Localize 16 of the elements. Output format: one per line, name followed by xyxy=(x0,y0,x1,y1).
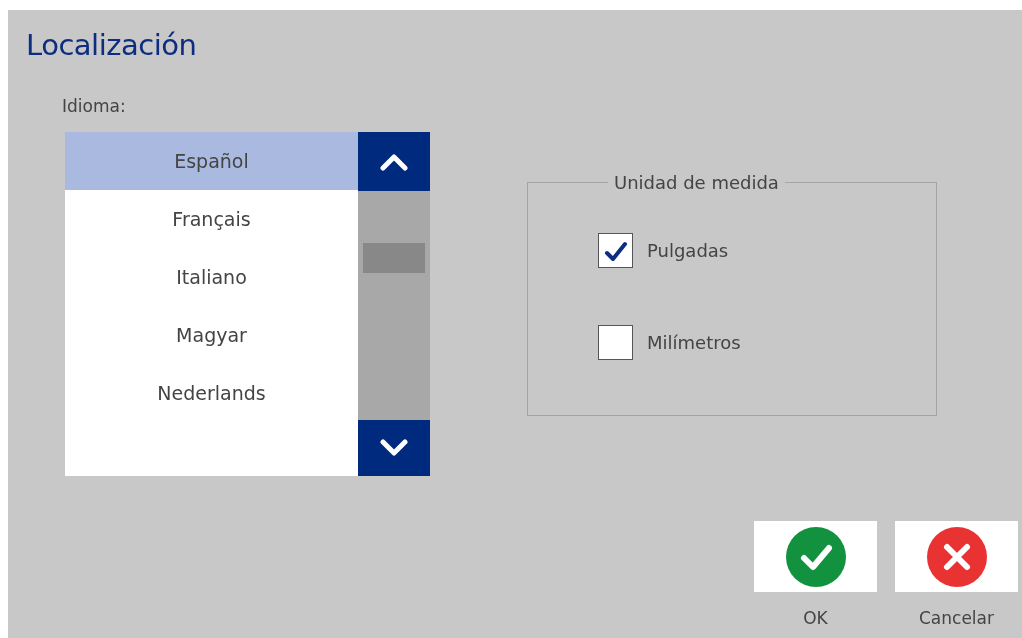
checkbox[interactable] xyxy=(598,325,633,360)
checkbox-label: Pulgadas xyxy=(647,240,729,261)
checkbox[interactable] xyxy=(598,233,633,268)
language-label: Idioma: xyxy=(62,96,126,116)
chevron-up-icon xyxy=(380,152,408,171)
checkbox-label: Milímetros xyxy=(647,332,741,353)
scroll-up-button[interactable] xyxy=(358,132,430,191)
chevron-down-icon xyxy=(380,439,408,457)
dialog-title: Localización xyxy=(26,28,198,62)
check-icon xyxy=(603,239,628,262)
check-circle-icon xyxy=(785,526,846,587)
close-circle-icon xyxy=(926,526,987,587)
group-legend: Unidad de medida xyxy=(608,172,785,193)
scroll-thumb[interactable] xyxy=(363,243,425,273)
language-item[interactable]: Español xyxy=(65,132,358,190)
scroll-down-button[interactable] xyxy=(358,420,430,476)
